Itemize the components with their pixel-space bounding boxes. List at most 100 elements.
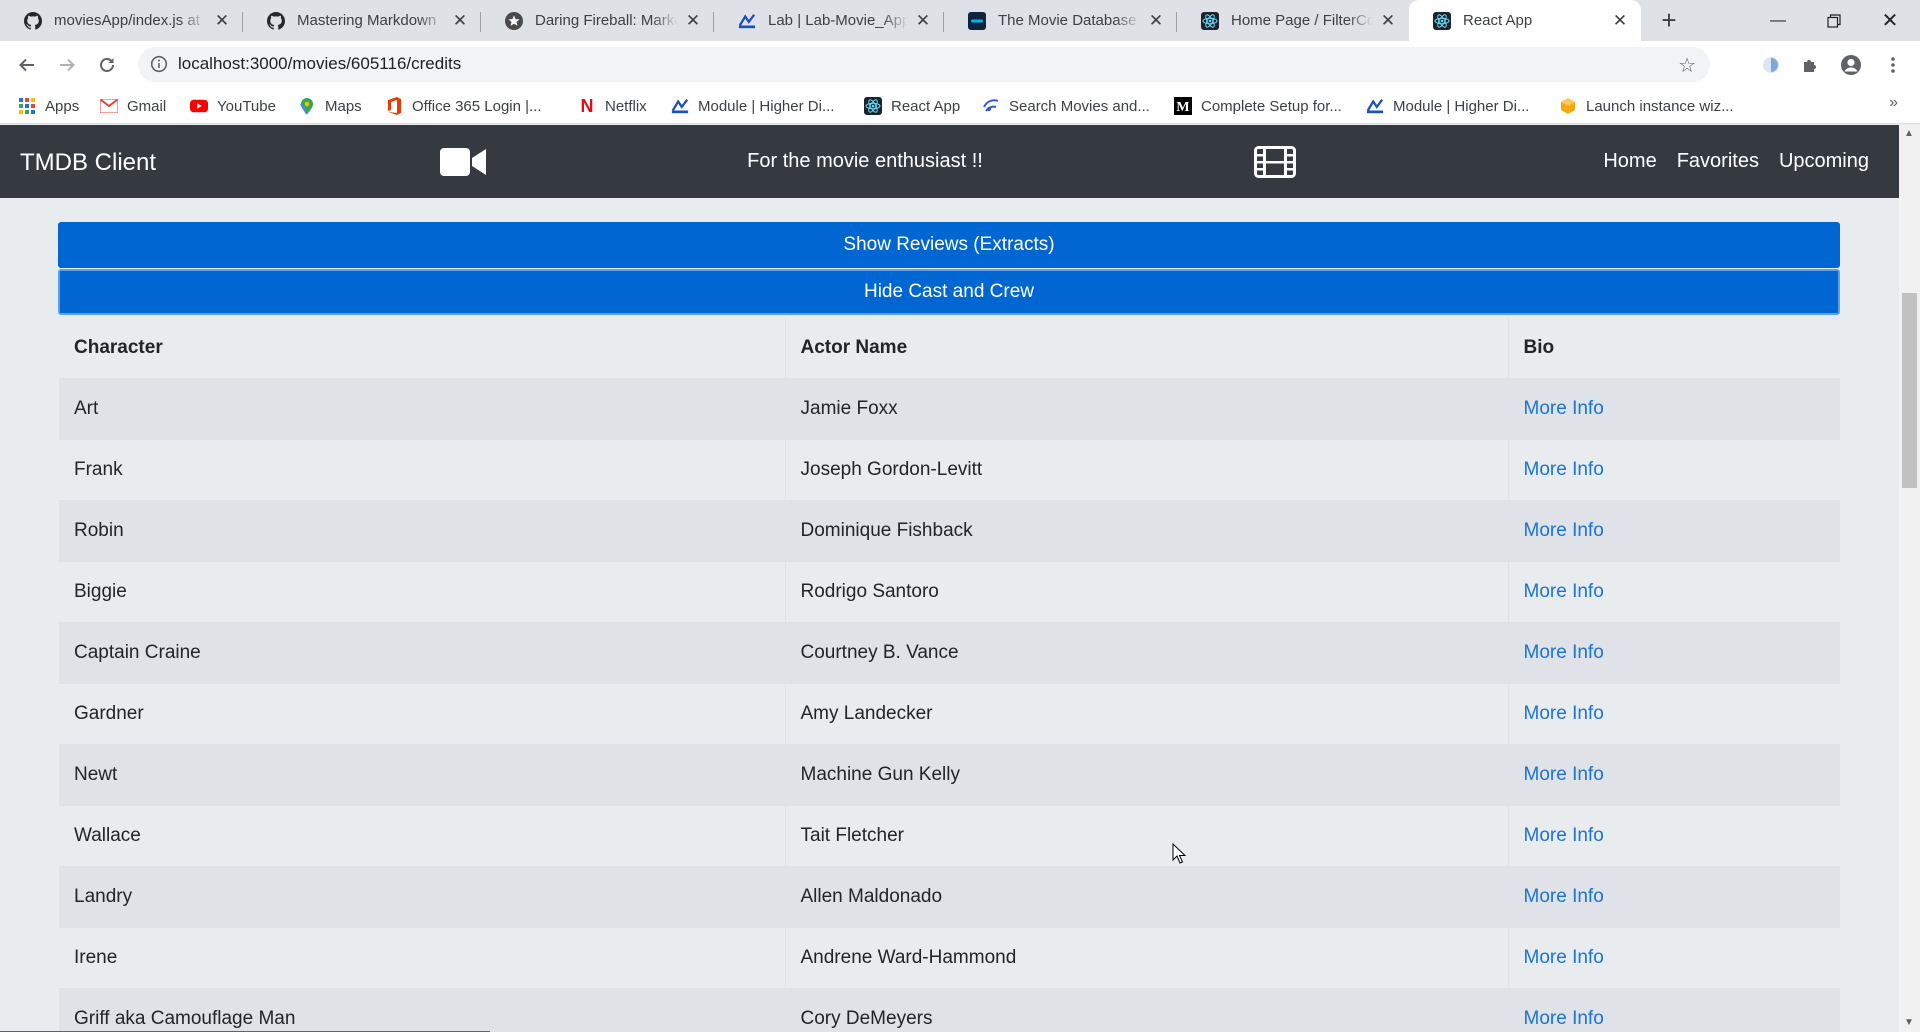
table-row: Art Jamie Foxx More Info — [59, 377, 1840, 439]
bookmark-module-2[interactable]: Module | Higher Di... — [1366, 96, 1529, 116]
bookmark-office365[interactable]: Office 365 Login |... — [385, 96, 542, 116]
actor-cell: Machine Gun Kelly — [785, 743, 1509, 805]
more-bookmarks-icon[interactable]: » — [1889, 94, 1898, 112]
forward-arrow-icon[interactable] — [52, 50, 82, 80]
more-info-link[interactable]: More Info — [1524, 825, 1604, 846]
scroll-up-arrow-icon[interactable]: ▲ — [1904, 128, 1914, 139]
nav-upcoming-link[interactable]: Upcoming — [1779, 150, 1869, 173]
show-reviews-button[interactable]: Show Reviews (Extracts) — [58, 222, 1840, 268]
new-tab-button[interactable]: + — [1654, 6, 1684, 36]
character-cell: Biggie — [59, 560, 786, 622]
table-header-row: Character Actor Name Bio — [59, 318, 1840, 378]
window-close-icon[interactable]: ✕ — [1862, 0, 1918, 41]
close-icon[interactable]: ✕ — [1147, 11, 1165, 31]
netflix-icon: N — [580, 95, 594, 116]
table-row: Frank Joseph Gordon-Levitt More Info — [59, 438, 1840, 500]
more-info-link[interactable]: More Info — [1524, 520, 1604, 541]
bio-column-header: Bio — [1508, 318, 1840, 378]
close-icon[interactable]: ✕ — [1379, 11, 1397, 31]
aws-icon — [1559, 97, 1577, 115]
tab-title: React App — [1463, 12, 1533, 29]
scroll-down-arrow-icon[interactable]: ▼ — [1904, 1017, 1914, 1028]
table-row: Landry Allen Maldonado More Info — [59, 865, 1840, 927]
nav-favorites-link[interactable]: Favorites — [1677, 150, 1759, 173]
bookmark-module[interactable]: Module | Higher Di... — [671, 96, 834, 116]
more-info-link[interactable]: More Info — [1524, 398, 1604, 419]
film-icon — [1254, 146, 1296, 183]
browser-tab[interactable]: Home Page / FilterCon ✕ — [1177, 0, 1409, 41]
table-row: Wallace Tait Fletcher More Info — [59, 804, 1840, 866]
search-movies-icon — [982, 97, 1000, 115]
puzzle-extensions-icon[interactable] — [1800, 54, 1822, 76]
bookmark-gmail[interactable]: Gmail — [100, 96, 166, 116]
reload-icon[interactable] — [92, 50, 122, 80]
character-cell: Art — [59, 377, 786, 439]
actor-cell: Rodrigo Santoro — [785, 560, 1509, 622]
bookmark-label: Module | Higher Di... — [1393, 97, 1530, 115]
apps-grid-icon — [18, 97, 36, 115]
brand-link[interactable]: TMDB Client — [20, 149, 156, 177]
bookmark-medium[interactable]: M Complete Setup for... — [1174, 96, 1342, 116]
nav-home-link[interactable]: Home — [1603, 150, 1656, 173]
character-cell: Wallace — [59, 804, 786, 866]
tab-title: Lab | Lab-Movie_App-F — [768, 12, 908, 29]
bookmark-maps[interactable]: Maps — [298, 96, 362, 116]
bookmark-youtube[interactable]: YouTube — [190, 96, 276, 116]
minimize-icon[interactable]: — — [1750, 0, 1806, 41]
browser-tab[interactable]: Lab | Lab-Movie_App-F ✕ — [714, 0, 944, 41]
maps-icon — [298, 97, 316, 115]
bookmark-label: Maps — [325, 97, 362, 115]
address-bar[interactable]: localhost:3000/movies/605116/credits ☆ — [138, 47, 1710, 82]
bookmark-label: YouTube — [217, 97, 276, 115]
more-info-link[interactable]: More Info — [1524, 642, 1604, 663]
close-icon[interactable]: ✕ — [1611, 11, 1629, 31]
office-icon — [385, 97, 403, 115]
bookmark-label: Search Movies and... — [1009, 97, 1150, 115]
more-info-link[interactable]: More Info — [1524, 947, 1604, 968]
browser-tab[interactable]: moviesApp/index.js at ✕ — [0, 0, 243, 41]
bookmark-apps[interactable]: Apps — [18, 96, 79, 116]
extension-icon[interactable] — [1760, 54, 1782, 76]
back-arrow-icon[interactable] — [12, 50, 42, 80]
restore-icon[interactable] — [1806, 0, 1862, 41]
bookmark-star-icon[interactable]: ☆ — [1678, 53, 1696, 78]
more-info-link[interactable]: More Info — [1524, 703, 1604, 724]
more-info-link[interactable]: More Info — [1524, 459, 1604, 480]
hide-cast-button[interactable]: Hide Cast and Crew — [58, 269, 1840, 315]
bookmark-label: React App — [891, 97, 961, 115]
close-icon[interactable]: ✕ — [684, 11, 702, 31]
info-icon[interactable] — [150, 55, 168, 73]
browser-tab[interactable]: Mastering Markdown ✕ — [243, 0, 481, 41]
more-info-link[interactable]: More Info — [1524, 581, 1604, 602]
react-icon — [1433, 11, 1451, 30]
bookmark-netflix[interactable]: N Netflix — [578, 96, 647, 116]
more-info-link[interactable]: More Info — [1524, 886, 1604, 907]
bookmark-aws[interactable]: Launch instance wiz... — [1559, 96, 1734, 116]
actor-cell: Allen Maldonado — [785, 865, 1509, 927]
star-icon — [505, 11, 523, 30]
bookmark-search-movies[interactable]: Search Movies and... — [982, 96, 1150, 116]
table-row: Irene Andrene Ward-Hammond More Info — [59, 926, 1840, 988]
profile-avatar-icon[interactable] — [1840, 54, 1862, 76]
browser-tab[interactable]: The Movie Database A ✕ — [944, 0, 1177, 41]
actor-cell: Courtney B. Vance — [785, 621, 1509, 683]
scrollbar-thumb[interactable] — [1902, 293, 1917, 488]
table-row: Biggie Rodrigo Santoro More Info — [59, 560, 1840, 622]
app-navbar: TMDB Client For the movie enthusiast !! … — [0, 125, 1899, 198]
bookmark-label: Netflix — [605, 97, 647, 115]
close-icon[interactable]: ✕ — [213, 11, 231, 31]
close-icon[interactable]: ✕ — [914, 11, 932, 31]
browser-tab-active[interactable]: React App ✕ — [1409, 0, 1641, 41]
more-info-link[interactable]: More Info — [1524, 1008, 1604, 1029]
bookmark-react-app[interactable]: React App — [864, 96, 960, 116]
page-scrollbar[interactable]: ▲ ▼ — [1899, 125, 1920, 1032]
close-icon[interactable]: ✕ — [451, 11, 469, 31]
more-info-link[interactable]: More Info — [1524, 764, 1604, 785]
browser-tab[interactable]: Daring Fireball: Markdo ✕ — [481, 0, 714, 41]
nav-links: Home Favorites Upcoming — [1603, 150, 1869, 173]
character-cell: Newt — [59, 743, 786, 805]
medium-icon: M — [1174, 97, 1192, 115]
tab-title: Home Page / FilterCon — [1231, 12, 1373, 29]
character-cell: Landry — [59, 865, 786, 927]
menu-dots-icon[interactable] — [1882, 54, 1904, 76]
